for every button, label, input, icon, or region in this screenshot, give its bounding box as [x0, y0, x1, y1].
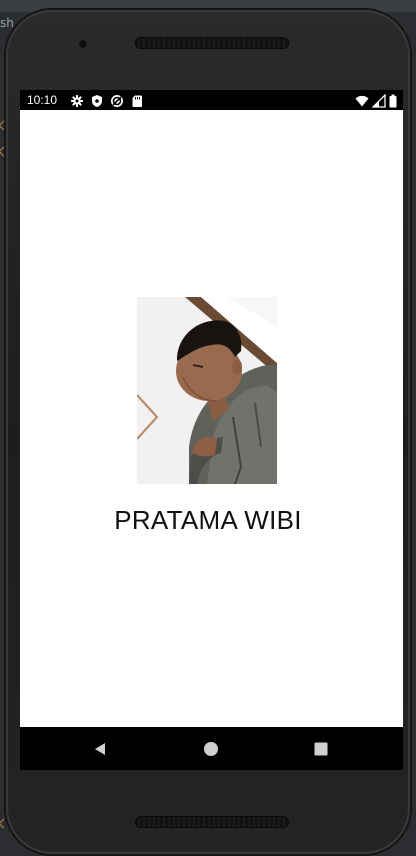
back-button[interactable] — [86, 735, 114, 763]
battery-icon — [389, 93, 397, 108]
notification-icons — [70, 93, 144, 107]
bottom-speaker — [135, 816, 289, 828]
wifi-icon — [355, 93, 369, 107]
sd-card-icon — [130, 93, 144, 107]
recents-button[interactable] — [307, 735, 335, 763]
status-bar: 10:10 — [20, 90, 403, 110]
settings-icon — [70, 93, 84, 107]
status-time: 10:10 — [27, 93, 58, 107]
home-icon — [204, 742, 218, 756]
recents-icon — [314, 742, 328, 756]
system-icons — [355, 93, 397, 108]
home-button[interactable] — [197, 735, 225, 763]
device-screen: 10:10 PRATAMA WIBI — [20, 90, 403, 770]
navigation-bar — [20, 727, 403, 770]
signal-icon — [371, 93, 386, 108]
back-icon — [95, 743, 105, 755]
shield-icon — [90, 93, 104, 107]
app-content: PRATAMA WIBI — [20, 110, 403, 727]
profile-photo-illustration — [137, 297, 277, 484]
front-camera — [78, 39, 88, 49]
earpiece-speaker — [135, 37, 289, 49]
sync-icon — [110, 93, 124, 107]
profile-name: PRATAMA WIBI — [114, 505, 302, 535]
ide-tab-fragment: sh — [0, 16, 14, 30]
profile-photo — [137, 297, 277, 484]
